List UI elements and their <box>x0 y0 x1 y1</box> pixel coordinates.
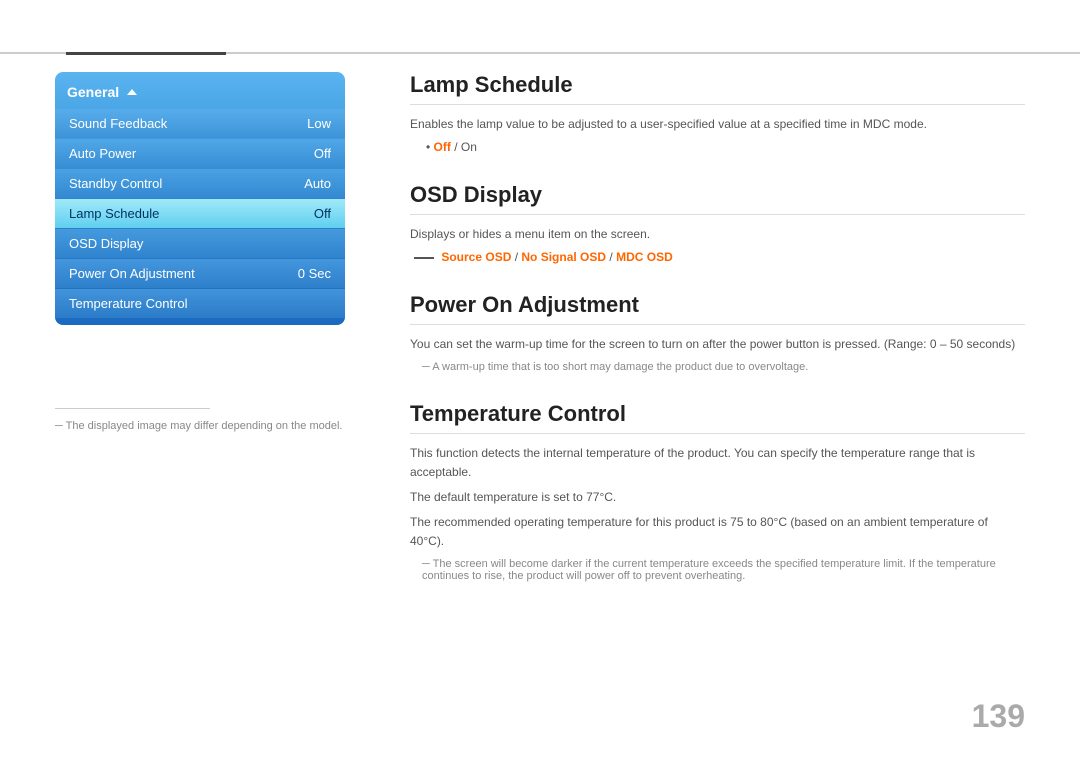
mdc-osd-option: MDC OSD <box>616 250 673 264</box>
menu-item-label: Lamp Schedule <box>69 206 159 221</box>
top-accent <box>66 52 226 55</box>
left-panel: General Sound Feedback Low Auto Power Of… <box>55 72 345 325</box>
right-content: Lamp Schedule Enables the lamp value to … <box>410 72 1025 610</box>
menu-item-value: Low <box>307 116 331 131</box>
osd-display-options: Source OSD / No Signal OSD / MDC OSD <box>414 250 1025 264</box>
section-osd-display: OSD Display Displays or hides a menu ite… <box>410 182 1025 264</box>
menu-item-label: Power On Adjustment <box>69 266 195 281</box>
panel-divider <box>55 408 210 409</box>
source-osd-option: Source OSD <box>441 250 511 264</box>
menu-header: General <box>55 78 345 108</box>
menu-item-value: 0 Sec <box>298 266 331 281</box>
power-on-adjustment-title: Power On Adjustment <box>410 292 1025 325</box>
menu-item-value: Auto <box>304 176 331 191</box>
lamp-schedule-options: Off / On <box>426 140 1025 154</box>
temperature-control-desc1: This function detects the internal tempe… <box>410 444 1025 482</box>
osd-display-title: OSD Display <box>410 182 1025 215</box>
lamp-schedule-title: Lamp Schedule <box>410 72 1025 105</box>
power-on-adjustment-desc: You can set the warm-up time for the scr… <box>410 335 1025 354</box>
menu-item-lamp-schedule[interactable]: Lamp Schedule Off <box>55 199 345 228</box>
menu-item-auto-power[interactable]: Auto Power Off <box>55 139 345 168</box>
option-off: Off <box>434 140 451 154</box>
temperature-control-desc3: The recommended operating temperature fo… <box>410 513 1025 551</box>
menu-item-label: Standby Control <box>69 176 162 191</box>
menu-item-power-on-adjustment[interactable]: Power On Adjustment 0 Sec <box>55 259 345 288</box>
menu-item-standby-control[interactable]: Standby Control Auto <box>55 169 345 198</box>
lamp-schedule-desc: Enables the lamp value to be adjusted to… <box>410 115 1025 134</box>
arrow-up-icon <box>127 89 137 95</box>
page-number: 139 <box>972 698 1025 735</box>
menu-item-temperature-control[interactable]: Temperature Control <box>55 289 345 318</box>
section-lamp-schedule: Lamp Schedule Enables the lamp value to … <box>410 72 1025 154</box>
section-power-on-adjustment: Power On Adjustment You can set the warm… <box>410 292 1025 372</box>
temperature-control-title: Temperature Control <box>410 401 1025 434</box>
menu-item-label: Sound Feedback <box>69 116 167 131</box>
temperature-control-desc2: The default temperature is set to 77°C. <box>410 488 1025 507</box>
menu-item-label: Auto Power <box>69 146 136 161</box>
option-separator: / On <box>454 140 477 154</box>
temperature-control-note: The screen will become darker if the cur… <box>410 558 1025 582</box>
menu-item-osd-display[interactable]: OSD Display <box>55 229 345 258</box>
no-signal-osd-option: No Signal OSD <box>521 250 606 264</box>
section-temperature-control: Temperature Control This function detect… <box>410 401 1025 582</box>
osd-display-desc: Displays or hides a menu item on the scr… <box>410 225 1025 244</box>
menu-item-sound-feedback[interactable]: Sound Feedback Low <box>55 109 345 138</box>
panel-note: The displayed image may differ depending… <box>55 420 342 432</box>
menu-box: General Sound Feedback Low Auto Power Of… <box>55 72 345 325</box>
menu-item-label: Temperature Control <box>69 296 188 311</box>
menu-title: General <box>67 84 119 100</box>
menu-item-value: Off <box>314 206 331 221</box>
menu-item-label: OSD Display <box>69 236 143 251</box>
dash-icon <box>414 257 434 259</box>
power-on-adjustment-note: A warm-up time that is too short may dam… <box>410 361 1025 373</box>
menu-item-value: Off <box>314 146 331 161</box>
